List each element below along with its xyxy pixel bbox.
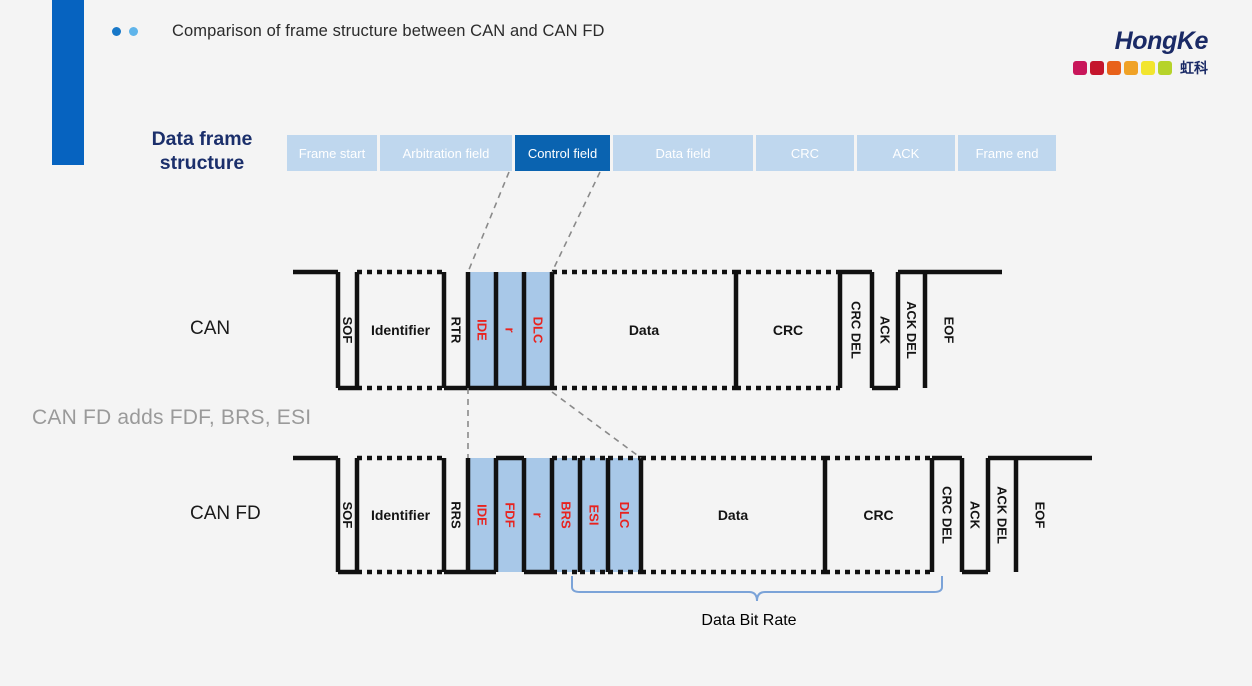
- segment-label-id: Identifier: [371, 507, 431, 523]
- connector-control-to-can-right: [551, 171, 601, 273]
- segment-label-fdf: FDF: [503, 502, 518, 527]
- data-bit-rate-label: Data Bit Rate: [701, 612, 797, 629]
- data-bit-rate-caption: Data Bit Rate: [574, 612, 924, 630]
- segment-label-r: r: [503, 327, 518, 332]
- segment-label-dlc: DLC: [531, 317, 546, 344]
- segment-label-esi: ESI: [587, 505, 602, 526]
- segment-label-id: Identifier: [371, 322, 431, 338]
- segment-label-sof: SOF: [340, 317, 355, 344]
- segment-label-crc: CRC: [863, 507, 893, 523]
- segment-label-ack: ACK: [968, 501, 983, 530]
- segment-label-ide: IDE: [475, 504, 490, 526]
- slide-canvas: Comparison of frame structure between CA…: [0, 0, 1252, 686]
- segment-label-crcdel: CRC DEL: [940, 486, 955, 544]
- segment-label-data: Data: [718, 507, 749, 523]
- segment-label-ack: ACK: [878, 316, 893, 345]
- segment-label-eof: EOF: [942, 317, 957, 344]
- segment-label-ackdel: ACK DEL: [904, 301, 919, 359]
- segment-label-dlc: DLC: [617, 502, 632, 529]
- segment-label-ide: IDE: [475, 319, 490, 341]
- waveform-diagram: SOF Identifier RTR IDE r DLC Data CRC CRC DEL ACK…: [293, 171, 1092, 602]
- segment-label-rrs: RRS: [449, 501, 464, 529]
- segment-label-crc: CRC: [773, 322, 803, 338]
- segment-label-sof: SOF: [340, 502, 355, 529]
- segment-label-rtr: RTR: [449, 317, 464, 344]
- segment-label-eof: EOF: [1033, 502, 1048, 529]
- connector-can-to-canfd-right: [551, 391, 642, 459]
- connector-control-to-can-left: [467, 171, 510, 273]
- data-bit-rate-bracket: [571, 576, 943, 602]
- segment-label-data: Data: [629, 322, 660, 338]
- segment-label-ackdel: ACK DEL: [995, 486, 1010, 544]
- segment-label-brs: BRS: [559, 501, 574, 529]
- segment-label-r: r: [531, 512, 546, 517]
- segment-label-crcdel: CRC DEL: [849, 301, 864, 359]
